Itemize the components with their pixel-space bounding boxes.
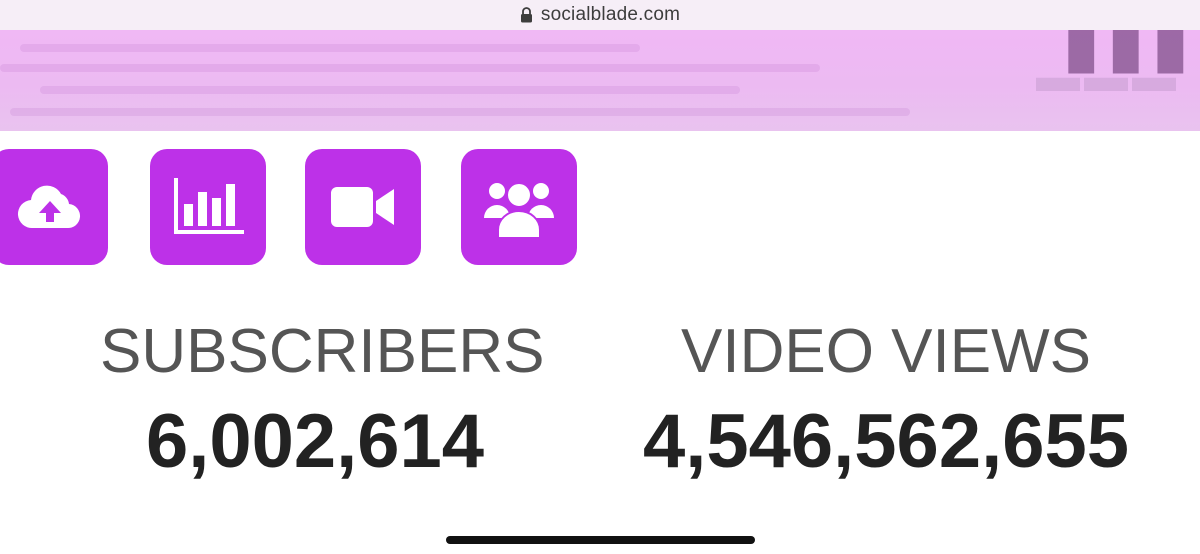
upload-button[interactable] (0, 149, 108, 265)
cloud-upload-icon (17, 185, 81, 229)
community-button[interactable] (461, 149, 577, 265)
banner-graphic-faint: ▬▬▬ (1036, 52, 1180, 101)
video-views-count: 4,546,562,655 (642, 399, 1130, 484)
subscribers-label: SUBSCRIBERS (100, 317, 545, 386)
lock-icon (520, 7, 533, 23)
home-indicator[interactable] (446, 536, 755, 544)
browser-address-bar[interactable]: socialblade.com (0, 0, 1200, 30)
video-views-label: VIDEO VIEWS (681, 317, 1091, 386)
bar-chart-icon (174, 178, 244, 234)
url-text: socialblade.com (540, 4, 681, 25)
users-icon (484, 182, 554, 238)
address-bar-content: socialblade.com (520, 4, 680, 26)
statistics-button[interactable] (150, 149, 266, 265)
subscribers-count: 6,002,614 (145, 399, 485, 484)
videos-button[interactable] (305, 149, 421, 265)
channel-banner: ▮▮▮▮ ▬▬▬ (0, 30, 1200, 131)
video-camera-icon (331, 187, 394, 227)
